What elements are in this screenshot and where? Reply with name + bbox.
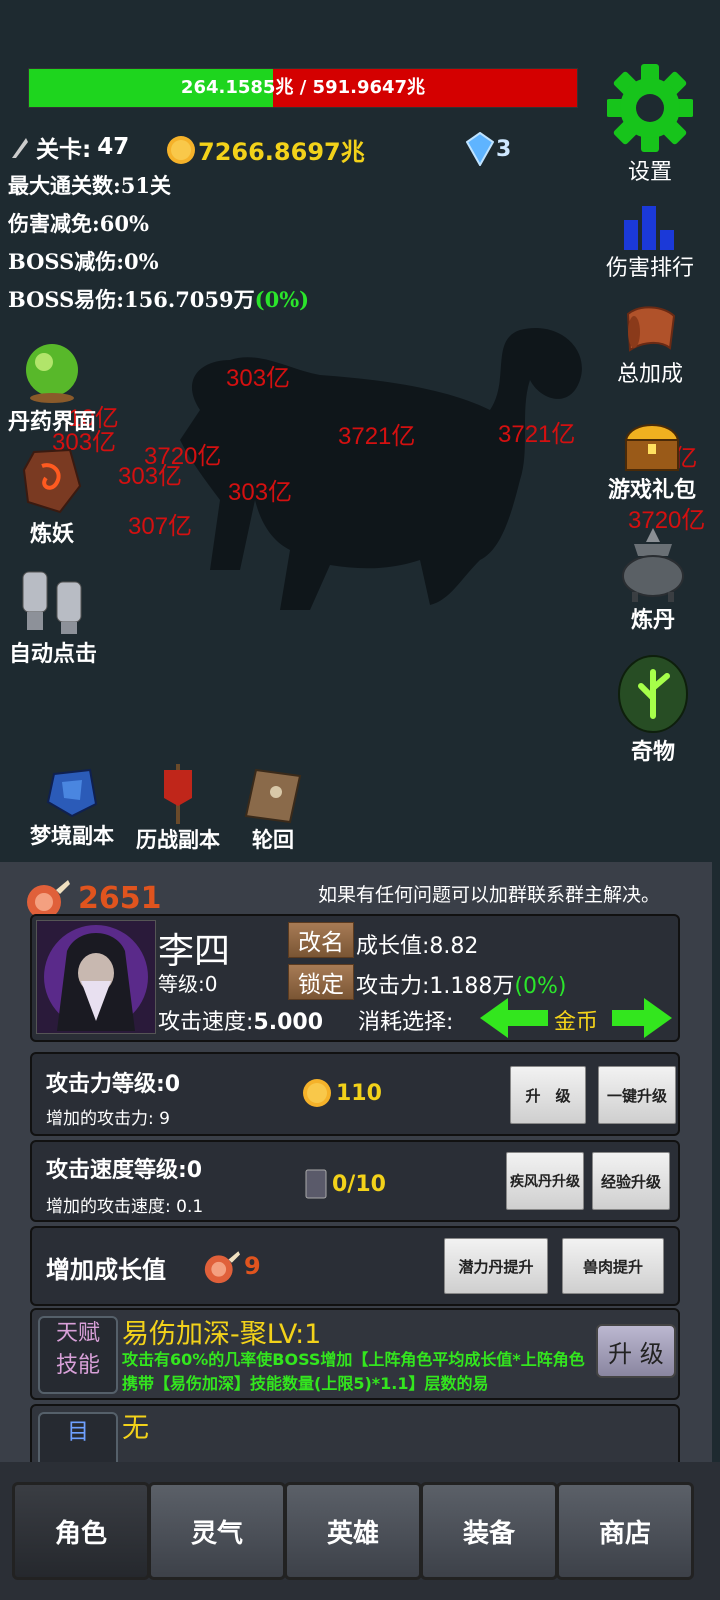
gold-coin-icon xyxy=(167,135,195,164)
growth-row: 增加成长值 9 潜力丹提升 兽肉提升 xyxy=(30,1226,680,1306)
gear-icon xyxy=(607,64,693,152)
exp-upgrade-button[interactable]: 经验升级 xyxy=(592,1152,670,1210)
skill-row: 天赋 技能 易伤加深-聚LV:1 攻击有60%的几率使BOSS增加【上阵角色平均成… xyxy=(30,1308,680,1400)
damage-number: 307亿 xyxy=(128,513,193,540)
damage-number: 3721亿 xyxy=(338,423,416,450)
skill-upgrade-button[interactable]: 升 级 xyxy=(596,1324,676,1378)
attack-level-row: 攻击力等级:0 增加的攻击力: 9 110 升 级 一键升级 xyxy=(30,1052,680,1136)
boss-reduction-text: BOSS减伤:0% xyxy=(8,249,159,274)
rune-stone-icon xyxy=(618,655,688,733)
damage-rank-button[interactable]: 伤害排行 xyxy=(596,206,704,282)
green-orb-icon xyxy=(26,344,78,403)
attack-upgrade-button[interactable]: 升 级 xyxy=(510,1066,586,1124)
demon-stone-icon xyxy=(22,448,82,514)
growth-title: 增加成长值 xyxy=(46,1256,166,1284)
total-bonus-button[interactable]: 总加成 xyxy=(600,304,700,388)
attack-cost: 110 xyxy=(302,1078,382,1108)
tab-heroes[interactable]: 英雄 xyxy=(284,1482,422,1580)
meat-icon xyxy=(204,1251,240,1284)
diamond-icon xyxy=(466,132,494,166)
game-gift-button[interactable]: 游戏礼包 xyxy=(604,416,700,504)
oddity-button[interactable]: 奇物 xyxy=(608,654,698,766)
damage-number: 303亿 xyxy=(228,479,293,506)
rename-button[interactable]: 改名 xyxy=(288,922,354,958)
boss-hp-bar: 264.1585兆 / 591.9647兆 xyxy=(28,68,578,108)
boss-hp-text: 264.1585兆 / 591.9647兆 xyxy=(180,77,426,98)
bar-chart-icon xyxy=(624,206,674,250)
attack-upgrade-all-button[interactable]: 一键升级 xyxy=(598,1066,676,1124)
blue-crystal-icon xyxy=(46,768,98,818)
hero-portrait[interactable] xyxy=(36,920,156,1034)
tab-aura[interactable]: 灵气 xyxy=(148,1482,286,1580)
skill-row-next: 目 无 xyxy=(30,1404,680,1476)
meat-boost-button[interactable]: 兽肉提升 xyxy=(562,1238,664,1294)
wind-pill-upgrade-button[interactable]: 疾风丹升级 xyxy=(506,1152,584,1210)
gem-display: 3 xyxy=(466,132,511,166)
growth-cost: 9 xyxy=(202,1248,261,1284)
cauldron-icon xyxy=(622,528,684,602)
growth-value: 成长值:8.82 xyxy=(356,934,479,959)
arrow-left-icon[interactable] xyxy=(478,996,550,1040)
damage-reduction-text: 伤害减免:60% xyxy=(8,211,149,236)
gold-coin-icon xyxy=(303,1079,331,1107)
dream-dungeon-button[interactable]: 梦境副本 xyxy=(22,764,122,850)
pill-card-icon xyxy=(305,1169,327,1199)
war-banner-icon xyxy=(164,764,192,824)
speed-gain: 增加的攻击速度: 0.1 xyxy=(46,1197,204,1217)
damage-number: 3721亿 xyxy=(498,421,576,448)
consume-value: 金币 xyxy=(554,1010,599,1035)
skill-name: 易伤加深-聚LV:1 xyxy=(122,1319,322,1350)
hero-speed: 攻击速度:5.000 xyxy=(158,1010,324,1035)
tab-shop[interactable]: 商店 xyxy=(556,1482,694,1580)
skill-description: 攻击有60%的几率使BOSS增加【上阵角色平均成长值*上阵角色携带【易伤加深】技… xyxy=(122,1350,585,1393)
tab-equipment[interactable]: 装备 xyxy=(420,1482,558,1580)
sword-icon xyxy=(12,138,28,158)
damage-number: 303亿 xyxy=(118,463,183,490)
skill-name-next: 无 xyxy=(122,1413,149,1444)
alchemy-button[interactable]: 炼丹 xyxy=(610,526,696,634)
arrow-right-icon[interactable] xyxy=(610,996,674,1040)
talent-skill-tag: 天赋 技能 xyxy=(38,1316,118,1394)
consume-label: 消耗选择: xyxy=(358,1010,454,1035)
gauntlet-icon xyxy=(22,571,82,634)
speed-level-row: 攻击速度等级:0 增加的攻击速度: 0.1 0/10 疾风丹升级 经验升级 xyxy=(30,1140,680,1222)
hero-card: 李四 改名 成长值:8.82 等级:0 锁定 攻击力:1.188万(0%) 攻击… xyxy=(30,914,680,1042)
battle-dungeon-button[interactable]: 历战副本 xyxy=(128,764,228,854)
reincarnate-button[interactable]: 轮回 xyxy=(236,766,310,854)
attack-gain: 增加的攻击力: 9 xyxy=(46,1109,170,1129)
attack-level-title: 攻击力等级:0 xyxy=(46,1072,181,1097)
notice-text: 如果有任何问题可以加群联系群主解决。 xyxy=(318,884,661,906)
hero-level: 等级:0 xyxy=(158,972,218,996)
potential-pill-button[interactable]: 潜力丹提升 xyxy=(444,1238,548,1294)
book-icon xyxy=(244,768,302,824)
stage-row: 关卡: 47 xyxy=(8,130,129,164)
lock-button[interactable]: 锁定 xyxy=(288,964,354,1000)
damage-number: 303亿 xyxy=(226,365,291,392)
gold-display: 7266.8697兆 xyxy=(166,132,365,167)
scroll-icon xyxy=(626,306,676,352)
speed-cost: 0/10 xyxy=(304,1168,386,1200)
hero-name: 李四 xyxy=(158,931,231,972)
treasure-chest-icon xyxy=(624,424,680,471)
speed-level-title: 攻击速度等级:0 xyxy=(46,1158,203,1183)
auto-click-button[interactable]: 自动点击 xyxy=(0,566,106,668)
tab-character[interactable]: 角色 xyxy=(12,1482,150,1580)
settings-button[interactable]: 设置 xyxy=(600,62,700,186)
demon-refine-button[interactable]: 炼妖 xyxy=(0,446,104,548)
max-clear-text: 最大通关数:51关 xyxy=(8,173,171,198)
boss-vuln-text: BOSS易伤:156.7059万(0%) xyxy=(8,287,310,312)
hooded-wizard-icon xyxy=(44,925,148,1031)
pill-menu-button[interactable]: 丹药界面 xyxy=(2,340,102,436)
